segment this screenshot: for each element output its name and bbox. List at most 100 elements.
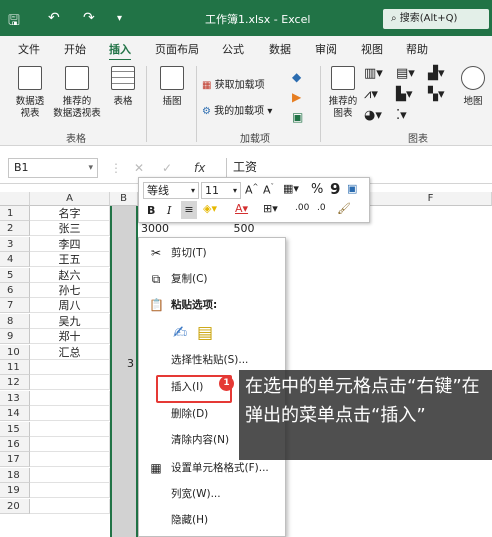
customize-qat-icon[interactable]: ▾ xyxy=(117,13,122,24)
map-button[interactable]: 地图 xyxy=(458,66,488,108)
cell-a[interactable]: 吴九 xyxy=(30,314,110,329)
bing-icon[interactable]: ▶ xyxy=(292,90,301,104)
cell-a[interactable] xyxy=(30,468,110,483)
comma-style-button[interactable]: 9 xyxy=(330,180,340,198)
row-header[interactable]: 16 xyxy=(0,437,30,452)
row-header[interactable]: 14 xyxy=(0,406,30,421)
waterfall-chart-icon[interactable]: ▟▾ xyxy=(428,66,445,81)
statistic-chart-icon[interactable]: ▙▾ xyxy=(396,87,413,102)
row-header[interactable]: 2 xyxy=(0,221,30,236)
selected-column-b[interactable] xyxy=(110,206,138,537)
menu-item-copy[interactable]: ⧉ 复制(C) xyxy=(139,268,285,290)
align-center-icon[interactable]: ≡ xyxy=(181,201,197,219)
redo-icon[interactable]: ↷ xyxy=(83,10,95,26)
percent-style-button[interactable]: % xyxy=(311,182,323,197)
increase-decimal-icon[interactable]: .00 xyxy=(295,203,309,213)
cell-a[interactable] xyxy=(30,452,110,467)
row-header[interactable]: 4 xyxy=(0,252,30,267)
menu-item-column-width[interactable]: 列宽(W)... xyxy=(139,483,285,505)
cell-a[interactable] xyxy=(30,360,110,375)
row-header[interactable]: 20 xyxy=(0,499,30,514)
cell-a[interactable]: 李四 xyxy=(30,237,110,252)
cell-a[interactable]: 郑十 xyxy=(30,329,110,344)
cell-a[interactable] xyxy=(30,437,110,452)
tab-formulas[interactable]: 公式 xyxy=(222,41,244,57)
cell-a[interactable]: 名字 xyxy=(30,206,110,221)
combo-chart-icon[interactable]: ▚▾ xyxy=(428,87,445,102)
search-box[interactable]: ⌕ 搜索(Alt+Q) xyxy=(383,9,489,29)
column-header-b[interactable]: B xyxy=(110,192,138,206)
column-chart-icon[interactable]: ▥▾ xyxy=(364,66,383,81)
tab-review[interactable]: 审阅 xyxy=(315,41,337,57)
illustrations-button[interactable]: 插图 xyxy=(152,66,192,108)
tab-insert[interactable]: 插入 xyxy=(109,41,131,61)
row-header[interactable]: 19 xyxy=(0,483,30,498)
cell-a[interactable] xyxy=(30,499,110,514)
cell-a[interactable]: 王五 xyxy=(30,252,110,267)
name-box[interactable]: B1 ▾ xyxy=(8,158,98,178)
shrink-font-button[interactable]: Aˇ xyxy=(263,183,274,197)
scatter-chart-icon[interactable]: ⁚▾ xyxy=(396,108,407,123)
tab-help[interactable]: 帮助 xyxy=(406,41,428,57)
select-all-corner[interactable] xyxy=(0,192,30,206)
table-button[interactable]: 表格 xyxy=(106,66,140,108)
row-header[interactable]: 15 xyxy=(0,422,30,437)
chevron-down-icon[interactable]: ▾ xyxy=(88,159,93,177)
fill-color-icon[interactable]: ◈▾ xyxy=(203,202,217,215)
font-name-select[interactable]: 等线 ▾ xyxy=(143,182,199,199)
number-format-icon[interactable]: ▦▾ xyxy=(283,182,299,195)
tab-view[interactable]: 视图 xyxy=(361,41,383,57)
font-color-icon[interactable]: A▾ xyxy=(235,202,248,215)
insert-function-icon[interactable]: fx xyxy=(194,161,205,175)
cell-a[interactable]: 汇总 xyxy=(30,345,110,360)
cell-a[interactable] xyxy=(30,375,110,390)
cell-a[interactable]: 张三 xyxy=(30,221,110,236)
cell-a[interactable]: 周八 xyxy=(30,298,110,313)
borders-icon[interactable]: ⊞▾ xyxy=(263,202,278,215)
row-header[interactable]: 8 xyxy=(0,314,30,329)
tab-file[interactable]: 文件 xyxy=(18,41,40,57)
people-graph-icon[interactable]: ▣ xyxy=(292,110,303,124)
row-header[interactable]: 5 xyxy=(0,268,30,283)
menu-item-hide[interactable]: 隐藏(H) xyxy=(139,509,285,531)
cell-a[interactable]: 赵六 xyxy=(30,268,110,283)
row-header[interactable]: 17 xyxy=(0,452,30,467)
enter-icon[interactable]: ✓ xyxy=(162,161,172,175)
visio-icon[interactable]: ◆ xyxy=(292,70,301,84)
tab-data[interactable]: 数据 xyxy=(269,41,291,57)
decrease-decimal-icon[interactable]: .0 xyxy=(317,203,326,213)
row-header[interactable]: 10 xyxy=(0,345,30,360)
cancel-icon[interactable]: ✕ xyxy=(134,161,144,175)
menu-item-cut[interactable]: ✂ 剪切(T) xyxy=(139,242,285,264)
undo-icon[interactable]: ↶ xyxy=(48,10,60,26)
recommended-charts-button[interactable]: 推荐的 图表 xyxy=(325,66,361,120)
line-chart-icon[interactable]: ⩘▾ xyxy=(364,87,378,102)
get-addins-button[interactable]: ▦ 获取加载项 xyxy=(202,76,265,91)
bold-button[interactable]: B xyxy=(147,204,155,217)
paste-icon[interactable]: ✍ xyxy=(173,322,187,344)
column-header-a[interactable]: A xyxy=(30,192,110,206)
recommended-pivot-button[interactable]: 推荐的 数据透视表 xyxy=(48,66,106,120)
grow-font-button[interactable]: A^ xyxy=(245,183,258,197)
italic-button[interactable]: I xyxy=(167,204,171,217)
my-addins-button[interactable]: ⚙ 我的加载项 ▾ xyxy=(202,102,272,117)
tab-page-layout[interactable]: 页面布局 xyxy=(155,41,199,57)
cell-c2[interactable]: 3000 xyxy=(138,221,198,236)
row-header[interactable]: 7 xyxy=(0,298,30,313)
format-table-icon[interactable]: ▣ xyxy=(347,182,357,195)
cell-a[interactable] xyxy=(30,406,110,421)
column-header-f[interactable]: F xyxy=(370,192,492,206)
row-header[interactable]: 13 xyxy=(0,391,30,406)
row-header[interactable]: 11 xyxy=(0,360,30,375)
cell-a[interactable]: 孙七 xyxy=(30,283,110,298)
row-header[interactable]: 6 xyxy=(0,283,30,298)
save-icon[interactable]: 🖫 xyxy=(8,10,20,34)
row-header[interactable]: 3 xyxy=(0,237,30,252)
format-painter-icon[interactable]: 🖌 xyxy=(337,202,351,215)
paste-values-icon[interactable]: ▤ xyxy=(197,322,213,344)
tab-home[interactable]: 开始 xyxy=(64,41,86,57)
menu-item-format-cells[interactable]: ▦ 设置单元格格式(F)... xyxy=(139,457,285,479)
row-header[interactable]: 1 xyxy=(0,206,30,221)
hierarchy-chart-icon[interactable]: ▤▾ xyxy=(396,66,415,81)
formula-input[interactable]: 工资 xyxy=(226,158,492,178)
